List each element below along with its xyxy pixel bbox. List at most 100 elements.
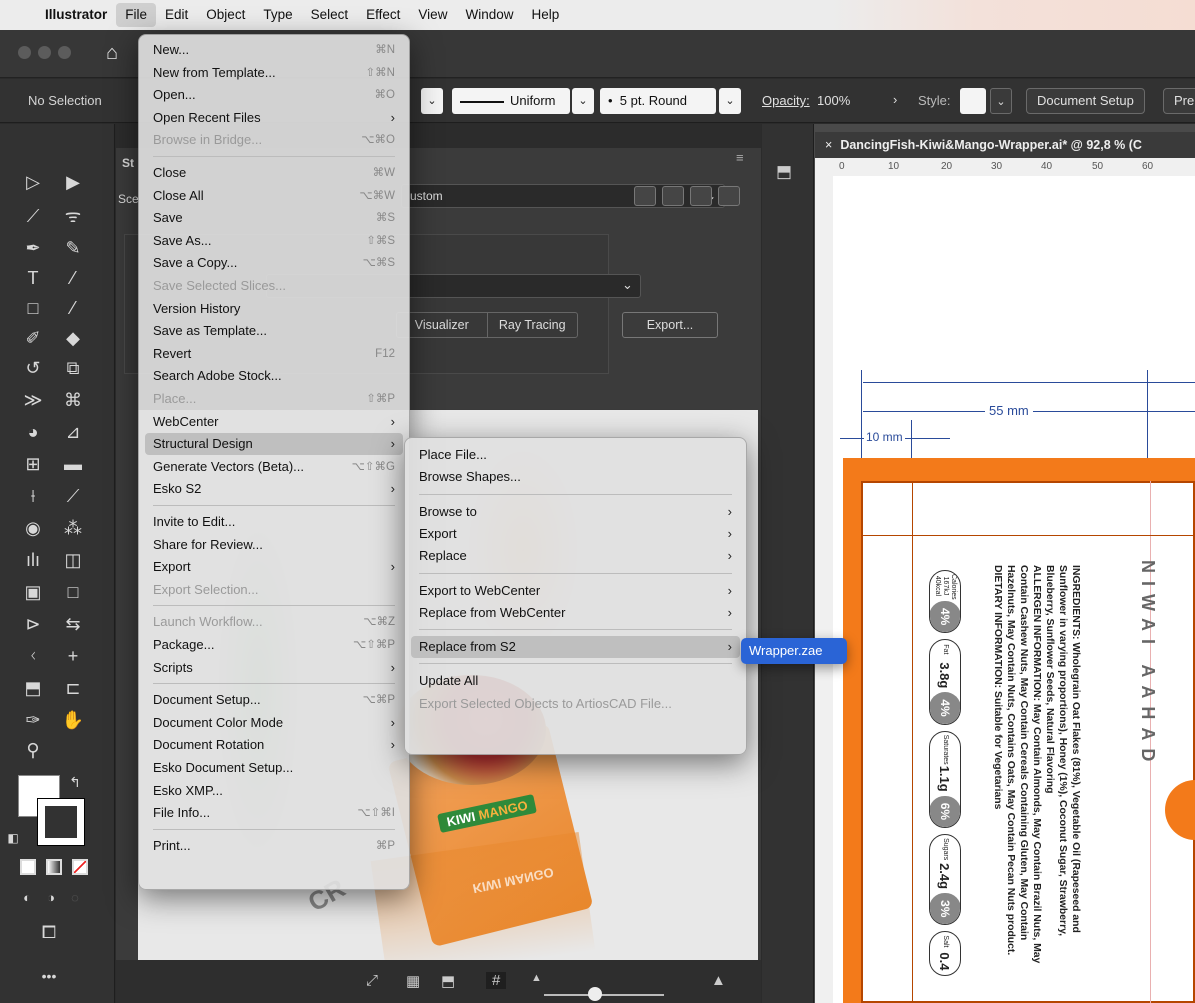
file-menu-item-invite-to-edit[interactable]: Invite to Edit... xyxy=(145,511,403,533)
file-menu-item-close[interactable]: Close ⌘W xyxy=(145,162,403,184)
line-tool-icon[interactable]: ⁄ xyxy=(60,266,86,290)
horizontal-ruler[interactable]: 0 10 20 30 40 50 60 xyxy=(815,158,1195,176)
file-menu-item-structural-design[interactable]: Structural Design › xyxy=(145,433,403,456)
selection-tool-icon[interactable]: ▷ xyxy=(20,170,46,194)
stroke-color-swatch[interactable] xyxy=(37,798,85,846)
menu-type[interactable]: Type xyxy=(254,3,301,27)
default-colors-icon[interactable]: ◧ xyxy=(0,826,26,850)
magic-wand-tool-icon[interactable]: ⟋ xyxy=(20,204,46,228)
measure-tool-icon[interactable]: ⟋ xyxy=(60,484,86,508)
free-transform-tool-icon[interactable]: ⌘ xyxy=(60,388,86,412)
lasso-tool-icon[interactable]: ᯤ xyxy=(60,204,86,228)
document-setup-button[interactable]: Document Setup xyxy=(1026,88,1145,114)
home-icon[interactable]: ⌂ xyxy=(106,42,118,65)
puppet-warp-tool-icon[interactable]: ⊳ xyxy=(20,612,46,636)
file-menu-item-print[interactable]: Print... ⌘P xyxy=(145,835,403,857)
preferences-button[interactable]: Pre xyxy=(1163,88,1195,114)
zoom-in-icon[interactable]: ▲ xyxy=(711,972,726,989)
layer-stack-tool-icon[interactable]: ⊏ xyxy=(60,676,86,700)
curvature-tool-icon[interactable]: ✎ xyxy=(60,236,86,260)
artboard-tool-icon[interactable]: ▣ xyxy=(20,580,46,604)
menu-app-name[interactable]: Illustrator xyxy=(36,3,116,27)
file-menu-item-open[interactable]: Open... ⌘O xyxy=(145,84,403,106)
swap-fill-stroke-icon[interactable]: ↰ xyxy=(62,770,88,794)
rotate-tool-icon[interactable]: ↺ xyxy=(20,356,46,380)
transform-again-tool-icon[interactable]: ⇆ xyxy=(60,612,86,636)
file-menu-item-generate-vectors-beta[interactable]: Generate Vectors (Beta)... ⌥⇧⌘G xyxy=(145,456,403,478)
draw-inside-icon[interactable]: ◌ xyxy=(62,886,88,910)
tab-ray-tracing[interactable]: Ray Tracing xyxy=(486,313,578,337)
scale-tool-icon[interactable]: ⧉ xyxy=(60,356,86,380)
opacity-arrow-icon[interactable]: › xyxy=(893,92,897,107)
screen-mode-icon[interactable]: ⧠ xyxy=(36,920,62,944)
view-back-icon[interactable] xyxy=(718,186,740,206)
shaper-tool-icon[interactable]: ✐ xyxy=(20,326,46,350)
color-mode-swatch[interactable] xyxy=(20,859,36,875)
knife-tool-icon[interactable]: ᚲ xyxy=(20,644,46,668)
none-mode-swatch[interactable] xyxy=(72,859,88,875)
menu-select[interactable]: Select xyxy=(302,3,358,27)
type-tool-icon[interactable]: T xyxy=(20,266,46,290)
menu-window[interactable]: Window xyxy=(456,3,522,27)
stroke-profile-select[interactable]: Uniform xyxy=(452,88,570,114)
fit-view-icon[interactable]: ⤢ xyxy=(366,972,378,989)
style-chevron-icon[interactable]: ⌄ xyxy=(990,88,1012,114)
file-menu-item-webcenter[interactable]: WebCenter › xyxy=(145,411,403,433)
structural-item-export-to-webcenter[interactable]: Export to WebCenter › xyxy=(411,580,740,602)
menu-edit[interactable]: Edit xyxy=(156,3,197,27)
brush-select[interactable]: • 5 pt. Round xyxy=(600,88,716,114)
zoom-window-button[interactable] xyxy=(58,46,71,59)
file-menu-item-save-as[interactable]: Save As... ⇧⌘S xyxy=(145,230,403,252)
file-menu-item-save-a-copy[interactable]: Save a Copy... ⌥⌘S xyxy=(145,252,403,274)
document-tab[interactable]: × DancingFish-Kiwi&Mango-Wrapper.ai* @ 92… xyxy=(815,132,1195,158)
view-top-icon[interactable] xyxy=(690,186,712,206)
brush-chevron-icon[interactable]: ⌄ xyxy=(719,88,741,114)
pencil-tool-icon[interactable]: ✑ xyxy=(20,708,46,732)
s2-submenu-wrapper-zae[interactable]: Wrapper.zae xyxy=(741,638,847,664)
menu-help[interactable]: Help xyxy=(522,3,568,27)
view-side-icon[interactable] xyxy=(662,186,684,206)
structural-item-export[interactable]: Export › xyxy=(411,523,740,545)
file-menu-item-scripts[interactable]: Scripts › xyxy=(145,657,403,679)
file-menu-item-version-history[interactable]: Version History xyxy=(145,298,403,320)
gradient-tool-icon[interactable]: ▬ xyxy=(60,452,86,476)
direct-selection-tool-icon[interactable]: ▶ xyxy=(60,170,86,194)
eyedropper-tool-icon[interactable]: ⟊ xyxy=(20,484,46,508)
file-menu-item-save-as-template[interactable]: Save as Template... xyxy=(145,320,403,342)
file-menu-item-package[interactable]: Package... ⌥⇧⌘P xyxy=(145,634,403,656)
stroke-profile-chevron-icon[interactable]: ⌄ xyxy=(572,88,594,114)
structural-item-update-all[interactable]: Update All xyxy=(411,670,740,692)
draw-normal-icon[interactable]: ◐ xyxy=(14,886,40,910)
file-menu-item-new-from-template[interactable]: New from Template... ⇧⌘N xyxy=(145,62,403,84)
opacity-value[interactable]: 100% xyxy=(817,93,850,108)
style-swatch[interactable] xyxy=(960,88,986,114)
file-menu-item-esko-xmp[interactable]: Esko XMP... xyxy=(145,780,403,802)
eraser-tool-icon[interactable]: ◆ xyxy=(60,326,86,350)
structural-item-replace[interactable]: Replace › xyxy=(411,545,740,567)
menu-view[interactable]: View xyxy=(409,3,456,27)
file-menu-item-share-for-review[interactable]: Share for Review... xyxy=(145,534,403,556)
structural-item-browse-shapes[interactable]: Browse Shapes... xyxy=(411,466,740,488)
draw-behind-icon[interactable]: ◑ xyxy=(38,886,64,910)
structural-item-browse-to[interactable]: Browse to › xyxy=(411,501,740,523)
shape-builder-tool-icon[interactable]: ◕ xyxy=(20,420,46,444)
menu-file[interactable]: File xyxy=(116,3,157,27)
minimize-window-button[interactable] xyxy=(38,46,51,59)
structural-item-replace-from-webcenter[interactable]: Replace from WebCenter › xyxy=(411,602,740,624)
paintbrush-tool-icon[interactable]: ⁄ xyxy=(60,296,86,320)
file-menu-item-new[interactable]: New... ⌘N xyxy=(145,39,403,61)
mesh-tool-icon[interactable]: ⊞ xyxy=(20,452,46,476)
file-menu-item-document-setup[interactable]: Document Setup... ⌥⌘P xyxy=(145,689,403,711)
export-render-button[interactable]: Export... xyxy=(622,312,718,338)
cube-view-icon[interactable]: ⬒ xyxy=(441,972,455,990)
file-menu-item-revert[interactable]: Revert F12 xyxy=(145,343,403,365)
menu-effect[interactable]: Effect xyxy=(357,3,409,27)
gradient-mode-swatch[interactable] xyxy=(46,859,62,875)
width-tool-icon[interactable]: ≫ xyxy=(20,388,46,412)
file-menu-item-save[interactable]: Save ⌘S xyxy=(145,207,403,229)
grid-toggle-icon[interactable]: # xyxy=(486,972,507,989)
zoom-tool-icon[interactable]: ⚲ xyxy=(20,738,46,762)
panel-menu-icon[interactable]: ≡ xyxy=(736,150,744,165)
file-menu-item-search-adobe-stock[interactable]: Search Adobe Stock... xyxy=(145,365,403,387)
pen-tool-icon[interactable]: ✒ xyxy=(20,236,46,260)
